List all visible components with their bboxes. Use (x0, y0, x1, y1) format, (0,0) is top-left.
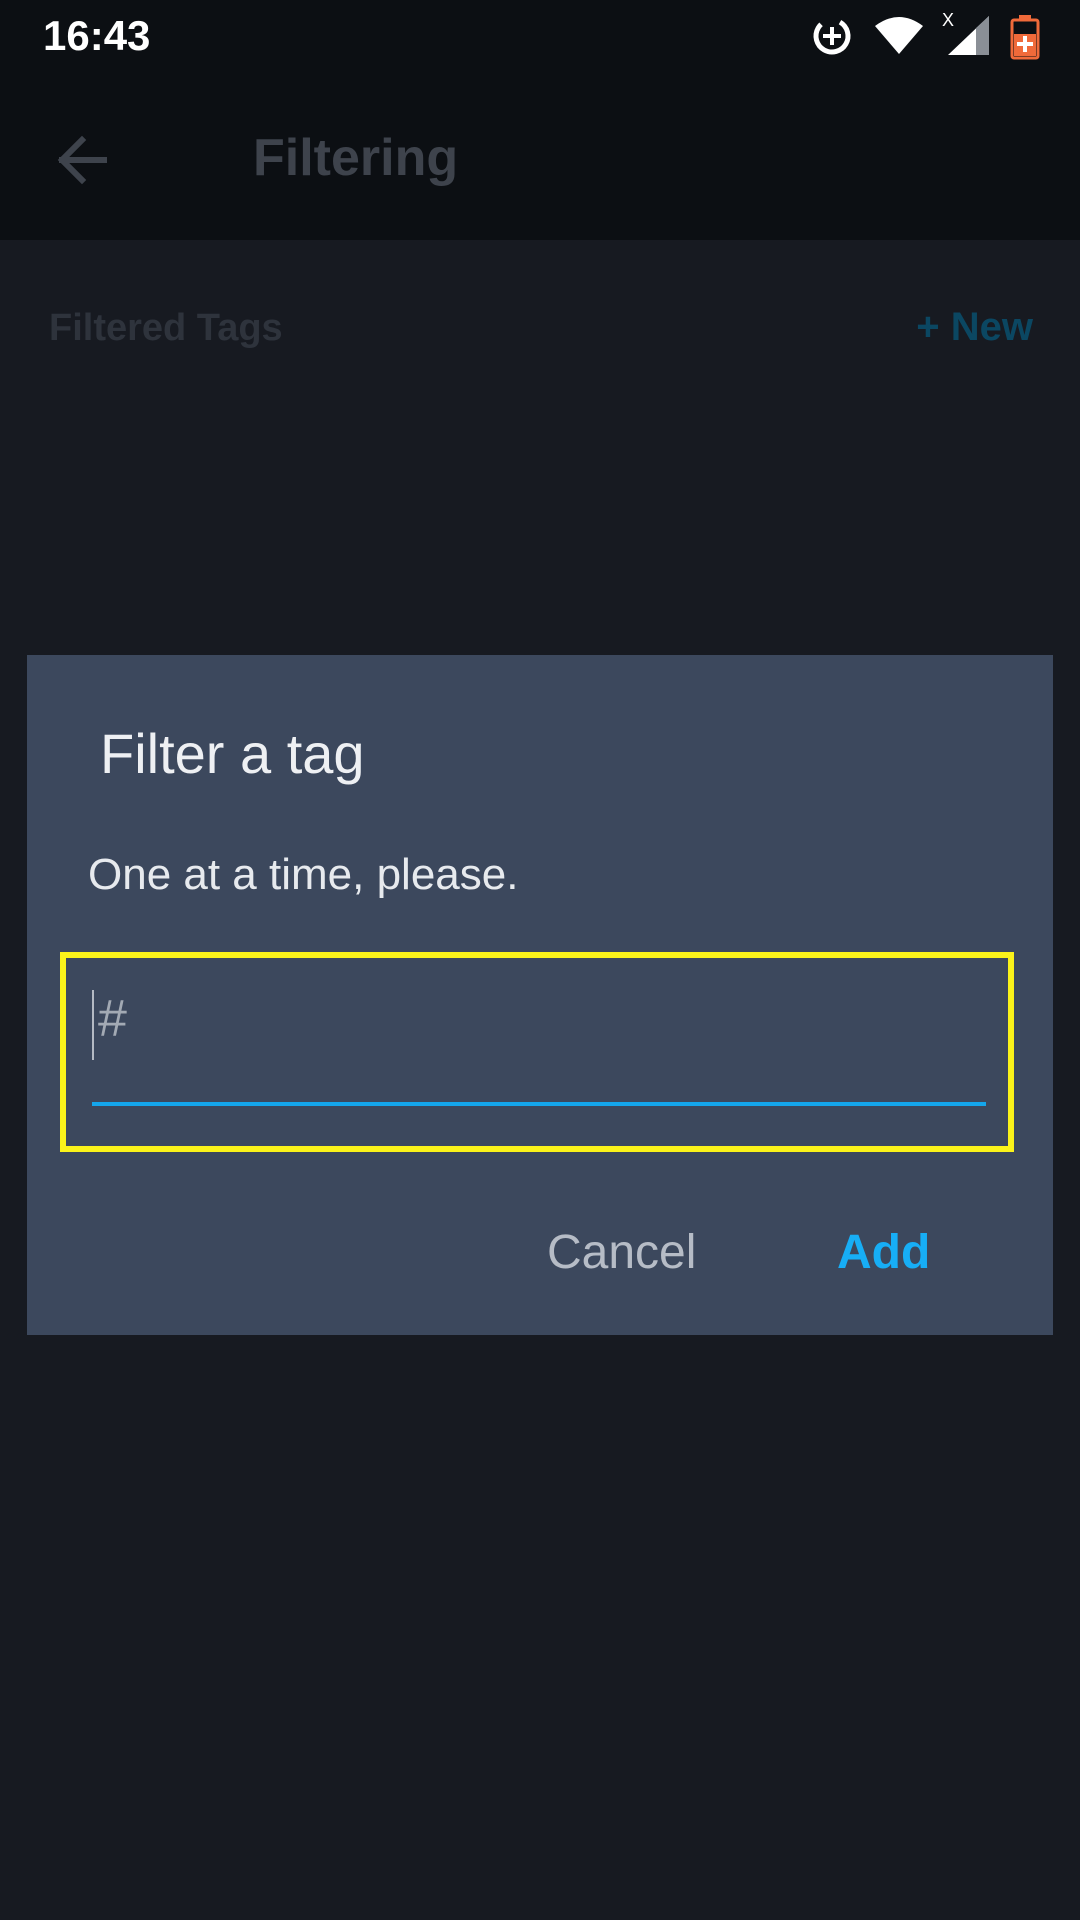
tag-input[interactable] (92, 985, 986, 1053)
add-button[interactable]: Add (837, 1225, 930, 1280)
page-title: Filtering (253, 129, 459, 187)
text-cursor (92, 990, 94, 1060)
app-bar: Filtering (0, 76, 1080, 240)
cancel-button[interactable]: Cancel (547, 1225, 696, 1280)
dialog-title: Filter a tag (100, 722, 365, 785)
wifi-icon (875, 17, 923, 54)
status-time: 16:43 (43, 12, 151, 59)
battery-charging-icon (1010, 15, 1040, 60)
arrow-left-icon[interactable] (52, 130, 112, 190)
filter-tag-dialog: Filter a tag One at a time, please. Canc… (27, 655, 1053, 1335)
status-bar: 16:43 X (0, 0, 1080, 76)
filtered-tags-heading: Filtered Tags (49, 307, 283, 349)
cell-signal-no-data-icon: X (942, 10, 989, 55)
input-underline (92, 1102, 986, 1106)
svg-text:X: X (942, 10, 954, 30)
data-saver-icon (813, 17, 851, 55)
new-tag-button[interactable]: + New (916, 305, 1033, 350)
screen: 16:43 X Filtering Filtered Tags + New Fi… (0, 0, 1080, 1920)
dialog-message: One at a time, please. (88, 850, 519, 899)
